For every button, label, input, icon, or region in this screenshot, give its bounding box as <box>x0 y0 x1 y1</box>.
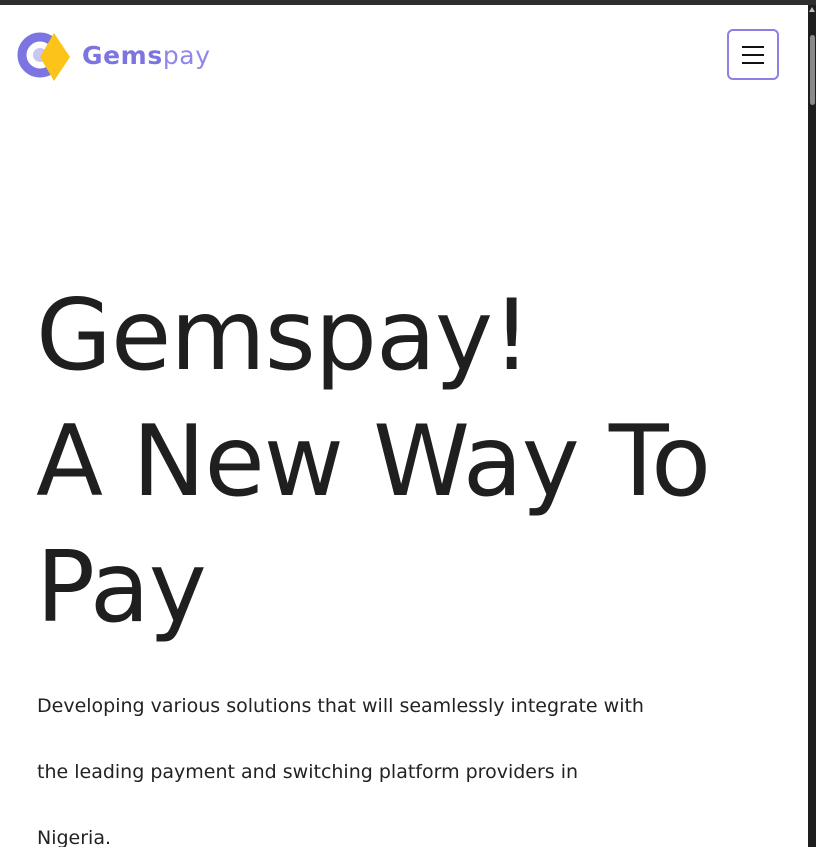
hamburger-menu-icon <box>742 45 764 64</box>
hero-description: Developing various solutions that will s… <box>37 673 737 847</box>
page: Gemspay Gemspay! A New Way To Pay Develo… <box>0 5 808 847</box>
scrollbar-thumb[interactable] <box>810 35 815 105</box>
brand-name-bold: Gems <box>82 40 163 70</box>
hero-description-line: Developing various solutions that will s… <box>37 695 644 717</box>
hero-title-line: Gemspay! <box>36 279 531 393</box>
hero-title-line: Pay <box>36 531 207 645</box>
hero-description-line: the leading payment and switching platfo… <box>37 761 579 783</box>
scroll-up-arrow-icon[interactable] <box>809 7 815 12</box>
gemspay-logo-icon <box>17 32 70 81</box>
brand-logo-link[interactable]: Gemspay <box>16 27 211 83</box>
brand-name: Gemspay <box>82 41 211 70</box>
hamburger-line <box>742 61 764 64</box>
site-header: Gemspay <box>0 5 808 105</box>
hero-description-line: Nigeria. <box>37 827 112 847</box>
menu-toggle-button[interactable] <box>727 29 779 80</box>
vertical-scrollbar[interactable] <box>808 5 816 847</box>
brand-name-light: pay <box>162 40 211 70</box>
hamburger-line <box>742 53 764 56</box>
hero-title: Gemspay! A New Way To Pay <box>36 273 796 651</box>
hamburger-line <box>742 45 764 48</box>
hero-title-line: A New Way To <box>36 405 711 519</box>
